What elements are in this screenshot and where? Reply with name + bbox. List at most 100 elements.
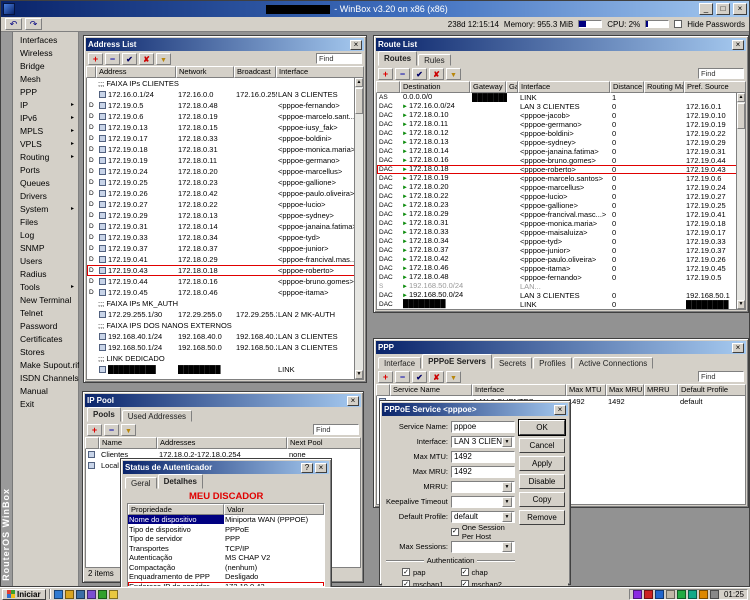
- sidebar-item[interactable]: Ports: [13, 163, 78, 176]
- column-header[interactable]: Name: [99, 437, 157, 449]
- sidebar-item[interactable]: IP ▸: [13, 98, 78, 111]
- address-row[interactable]: D 172.19.0.25 172.18.0.23 <pppoe-gallion…: [87, 177, 363, 188]
- interface-select[interactable]: LAN 3 CLIENTES: [451, 436, 515, 448]
- address-row[interactable]: D 172.19.0.6 172.18.0.19 <pppoe-marcelo.…: [87, 111, 363, 122]
- address-row[interactable]: D 172.19.0.26 172.18.0.42 <pppoe-paulo.o…: [87, 188, 363, 199]
- close-icon[interactable]: [350, 40, 362, 50]
- auth-checkbox[interactable]: ✓: [461, 568, 469, 576]
- update-icon[interactable]: [699, 590, 708, 599]
- property-row[interactable]: Transportes TCP/IP: [128, 544, 324, 554]
- disable-button[interactable]: [139, 53, 154, 65]
- add-button[interactable]: [88, 53, 103, 65]
- column-header[interactable]: Gat...: [506, 81, 518, 93]
- tab[interactable]: Routes: [378, 51, 417, 66]
- column-header[interactable]: Interface: [518, 81, 610, 93]
- find-box[interactable]: Find: [698, 68, 744, 79]
- column-header[interactable]: Address: [96, 66, 176, 78]
- remove-button[interactable]: [104, 424, 119, 436]
- address-row[interactable]: D 172.19.0.18 172.18.0.31 <pppoe-monica.…: [87, 144, 363, 155]
- sidebar-item[interactable]: Mesh: [13, 72, 78, 85]
- column-header-flags[interactable]: [85, 437, 99, 449]
- remove-button[interactable]: [395, 371, 410, 383]
- tab[interactable]: Geral: [125, 477, 157, 489]
- undo-icon[interactable]: [5, 18, 22, 30]
- enable-button[interactable]: [122, 53, 137, 65]
- maximize-button[interactable]: [716, 3, 730, 15]
- close-icon[interactable]: [554, 405, 566, 415]
- clock-sync-icon[interactable]: [710, 590, 719, 599]
- remove-button[interactable]: [395, 68, 410, 80]
- auth-checkbox[interactable]: ✓: [461, 580, 469, 586]
- property-row[interactable]: Enquadramento de PPP Desligado: [128, 572, 324, 582]
- filter-button[interactable]: [446, 68, 461, 80]
- address-row[interactable]: D 172.19.0.19 172.18.0.11 <pppoe-germano…: [87, 155, 363, 166]
- address-list-titlebar[interactable]: Address List: [86, 38, 364, 51]
- scheduler-icon[interactable]: [633, 590, 642, 599]
- scrollbar-thumb[interactable]: [737, 103, 745, 129]
- add-button[interactable]: [378, 371, 393, 383]
- dropdown-icon[interactable]: [502, 482, 512, 492]
- ie-icon[interactable]: [54, 590, 63, 599]
- disable-button[interactable]: [429, 68, 444, 80]
- close-icon[interactable]: [732, 343, 744, 353]
- filter-button[interactable]: [446, 371, 461, 383]
- display-icon[interactable]: [655, 590, 664, 599]
- dialog-button[interactable]: Remove: [519, 510, 565, 525]
- address-row[interactable]: 192.168.50.1/24 192.168.50.0 192.168.50.…: [87, 342, 363, 353]
- address-row[interactable]: ;;; FAIXA IPS DOS NANOS EXTERNOS: [87, 320, 363, 331]
- keepalive-input[interactable]: [451, 496, 515, 508]
- redo-icon[interactable]: [25, 18, 42, 30]
- tab[interactable]: Detalhes: [158, 474, 203, 489]
- address-row[interactable]: D 172.19.0.41 172.18.0.29 <pppoe-franciv…: [87, 254, 363, 265]
- tab[interactable]: Profiles: [533, 357, 572, 369]
- sidebar-item[interactable]: Manual: [13, 384, 78, 397]
- address-row[interactable]: D 172.19.0.24 172.18.0.20 <pppoe-marcell…: [87, 166, 363, 177]
- find-box[interactable]: Find: [313, 424, 359, 435]
- route-list-titlebar[interactable]: Route List: [376, 38, 746, 51]
- property-row[interactable]: Compactação (nenhum): [128, 563, 324, 573]
- column-header[interactable]: Max MRU: [606, 384, 644, 396]
- property-row[interactable]: Nome do dispositivo Miniporta WAN (PPPOE…: [128, 515, 324, 525]
- column-header[interactable]: Interface: [472, 384, 566, 396]
- ppp-titlebar[interactable]: PPP: [376, 341, 746, 354]
- find-box[interactable]: Find: [698, 371, 744, 382]
- address-row[interactable]: D 172.19.0.43 172.18.0.18 <pppoe-roberto…: [87, 265, 363, 276]
- help-icon[interactable]: [301, 463, 313, 473]
- sidebar-item[interactable]: Password: [13, 319, 78, 332]
- column-header-flags[interactable]: [86, 66, 96, 78]
- column-header[interactable]: Distance: [610, 81, 644, 93]
- mrru-input[interactable]: [451, 481, 515, 493]
- outlook-icon[interactable]: [65, 590, 74, 599]
- dialog-button[interactable]: Apply: [519, 456, 565, 471]
- sidebar-item[interactable]: Stores: [13, 345, 78, 358]
- dialog-button[interactable]: Cancel: [519, 438, 565, 453]
- sidebar-item[interactable]: Files: [13, 215, 78, 228]
- hide-passwords-checkbox[interactable]: [674, 20, 682, 28]
- column-header[interactable]: Network: [176, 66, 234, 78]
- dropdown-icon[interactable]: [502, 437, 512, 447]
- property-row[interactable]: Tipo de servidor PPP: [128, 534, 324, 544]
- address-row[interactable]: █████████ ████████ LINK: [87, 364, 363, 375]
- sidebar-item[interactable]: Routing ▸: [13, 150, 78, 163]
- media-player-icon[interactable]: [87, 590, 96, 599]
- address-row[interactable]: D 172.19.0.29 172.18.0.13 <pppoe-sydney>: [87, 210, 363, 221]
- close-button[interactable]: [733, 3, 747, 15]
- route-row[interactable]: DAC ████████ LINK 0 ████████: [377, 300, 745, 309]
- column-header[interactable]: Propriedade: [128, 504, 224, 515]
- service-name-input[interactable]: pppoe: [451, 421, 515, 433]
- auth-option[interactable]: ✓ mschap2: [461, 579, 516, 586]
- find-box[interactable]: Find: [316, 53, 362, 64]
- column-header[interactable]: Destination: [400, 81, 470, 93]
- pppoe-dialog-titlebar[interactable]: PPPoE Service <pppoe>: [382, 403, 568, 416]
- tab[interactable]: Interface: [378, 357, 421, 369]
- disable-button[interactable]: [429, 371, 444, 383]
- sidebar-item[interactable]: New Terminal: [13, 293, 78, 306]
- messenger-tray-icon[interactable]: [688, 590, 697, 599]
- column-header[interactable]: MRRU: [644, 384, 678, 396]
- volume-icon[interactable]: [666, 590, 675, 599]
- sidebar-item[interactable]: SNMP: [13, 241, 78, 254]
- address-row[interactable]: D 172.19.0.45 172.18.0.46 <pppoe-itama>: [87, 287, 363, 298]
- auth-option[interactable]: ✓ chap: [461, 567, 516, 577]
- sidebar-item[interactable]: Exit: [13, 397, 78, 410]
- remove-button[interactable]: [105, 53, 120, 65]
